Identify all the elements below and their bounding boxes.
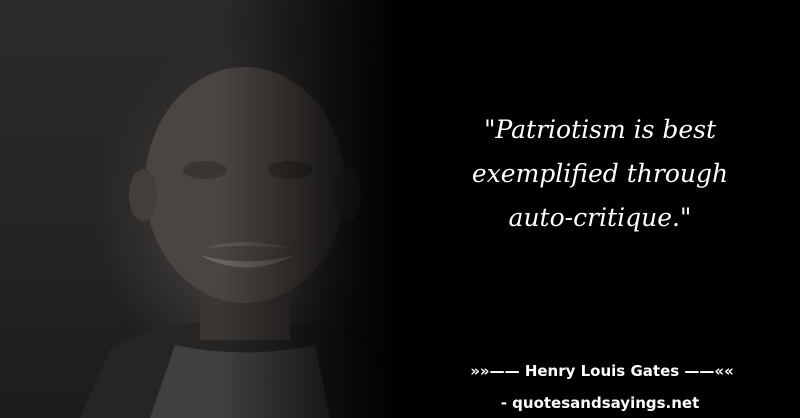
portrait-silhouette — [80, 67, 400, 418]
quote-line-3: auto-critique." — [508, 203, 692, 232]
quote-card: "Patriotism is best exemplified through … — [0, 0, 800, 418]
quote-author: »»—— Henry Louis Gates ——«« — [470, 362, 734, 380]
author-portrait — [0, 0, 400, 418]
quote-text: "Patriotism is best exemplified through … — [430, 108, 770, 240]
quote-line-2: exemplified through — [471, 159, 729, 188]
site-watermark: - quotesandsayings.net — [500, 394, 700, 412]
quote-line-1: "Patriotism is best — [483, 115, 717, 144]
